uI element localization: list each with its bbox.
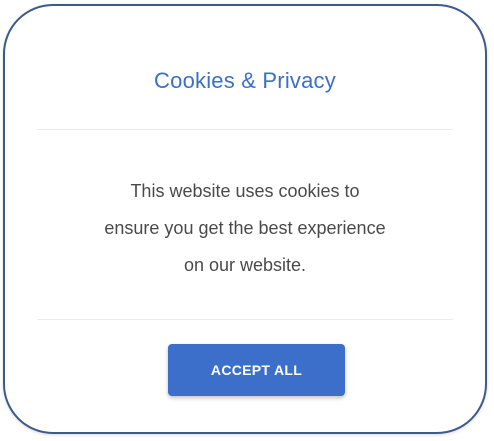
cookie-consent-dialog: Cookies & Privacy This website uses cook… xyxy=(3,4,487,434)
header-divider xyxy=(37,129,453,130)
message-line: on our website. xyxy=(183,255,307,275)
cookie-message: This website uses cookies to ensure you … xyxy=(45,173,445,284)
message-line: This website uses cookies to xyxy=(130,181,360,201)
message-line: ensure you get the best experience xyxy=(104,218,386,238)
footer-divider xyxy=(37,319,453,320)
accept-all-button[interactable]: ACCEPT ALL xyxy=(168,344,345,396)
dialog-title: Cookies & Privacy xyxy=(154,68,336,93)
